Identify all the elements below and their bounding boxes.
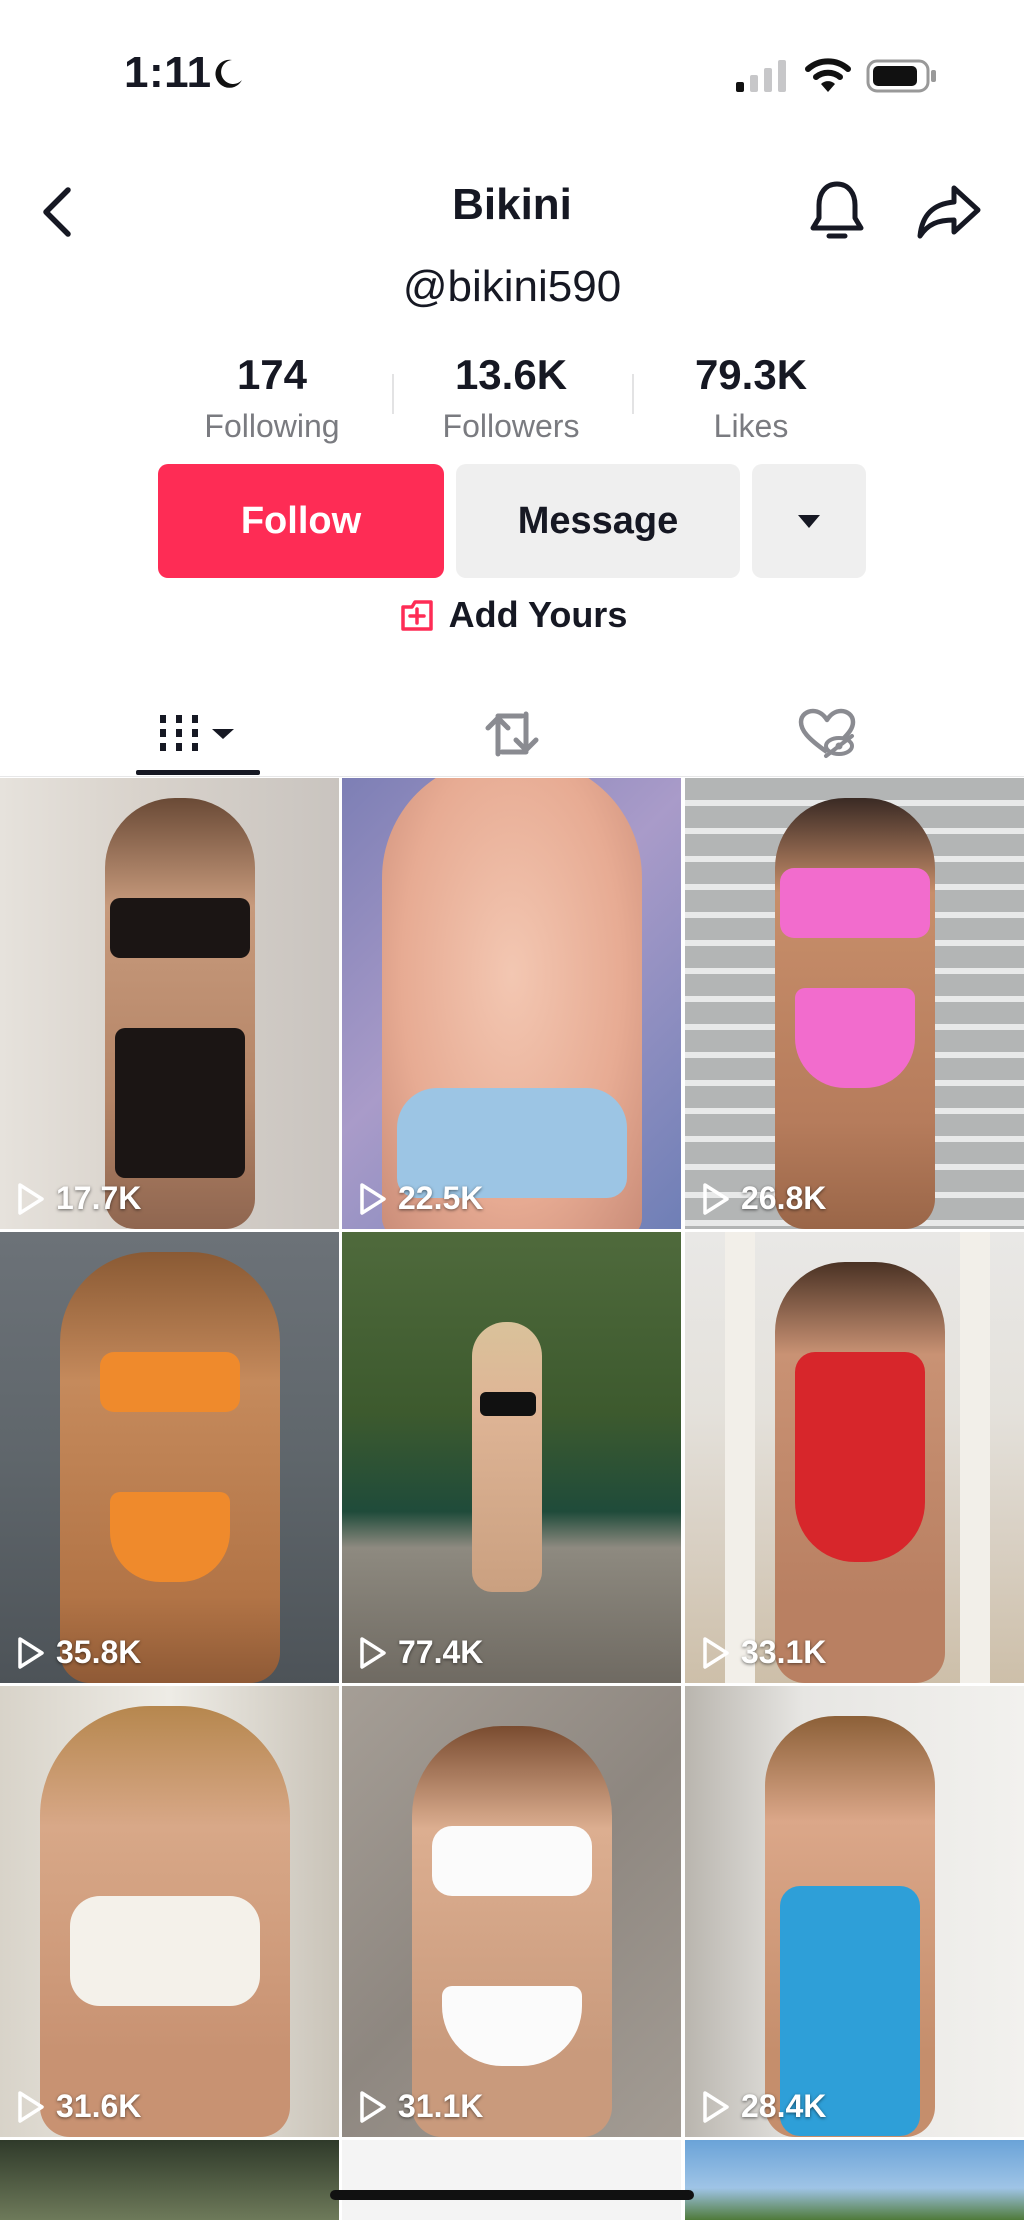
caret-down-icon <box>798 514 820 528</box>
stat-divider <box>392 374 394 414</box>
add-yours-icon <box>400 600 433 631</box>
bell-icon[interactable] <box>805 178 869 246</box>
add-yours-button[interactable]: Add Yours <box>0 594 1024 636</box>
stat-divider <box>632 374 634 414</box>
moon-icon <box>215 59 242 88</box>
tab-reposts[interactable] <box>470 690 554 778</box>
stat-label: Following <box>204 408 340 444</box>
stat-likes[interactable]: 79.3K Likes <box>641 346 861 448</box>
video-thumbnail[interactable] <box>342 2140 681 2220</box>
play-icon <box>360 1636 386 1669</box>
view-count: 35.8K <box>16 1634 141 1671</box>
profile-name: Bikini <box>452 180 572 229</box>
wifi-icon <box>805 58 851 92</box>
message-button[interactable]: Message <box>456 464 740 578</box>
video-thumbnail[interactable]: 17.7K <box>0 778 339 1229</box>
more-options-button[interactable] <box>752 464 866 578</box>
video-thumbnail[interactable] <box>0 2140 339 2220</box>
grid-columns-icon <box>160 715 234 751</box>
video-thumbnail[interactable]: 77.4K <box>342 1232 681 1683</box>
stat-value: 79.3K <box>694 351 808 398</box>
stat-following[interactable]: 174 Following <box>162 346 382 448</box>
play-icon <box>703 2090 729 2123</box>
play-icon <box>18 1182 44 1215</box>
tab-liked[interactable] <box>790 690 864 778</box>
video-thumbnail[interactable]: 26.8K <box>685 778 1024 1229</box>
home-indicator[interactable] <box>330 2190 694 2200</box>
video-thumbnail[interactable]: 33.1K <box>685 1232 1024 1683</box>
play-icon <box>18 1636 44 1669</box>
view-count: 28.4K <box>701 2088 826 2125</box>
video-thumbnail[interactable]: 35.8K <box>0 1232 339 1683</box>
stat-label: Likes <box>713 408 789 444</box>
video-thumbnail[interactable]: 22.5K <box>342 778 681 1229</box>
status-time: 1:11 <box>124 48 212 97</box>
tab-divider <box>0 776 1024 777</box>
view-count: 22.5K <box>358 1180 483 1217</box>
play-icon <box>18 2090 44 2123</box>
add-yours-label: Add Yours <box>448 594 628 635</box>
video-thumbnail[interactable] <box>685 2140 1024 2220</box>
play-icon <box>360 1182 386 1215</box>
view-count: 17.7K <box>16 1180 141 1217</box>
view-count: 33.1K <box>701 1634 826 1671</box>
stat-followers[interactable]: 13.6K Followers <box>401 346 621 448</box>
stat-value: 174 <box>236 351 308 398</box>
play-icon <box>360 2090 386 2123</box>
tab-videos[interactable] <box>136 690 260 778</box>
repost-icon <box>485 711 539 757</box>
video-grid: 17.7K 22.5K 26.8K 35.8K 77.4K 33.1K 31.6… <box>0 778 1024 2220</box>
stat-value: 13.6K <box>454 351 568 398</box>
profile-handle: @bikini590 <box>402 262 622 311</box>
play-icon <box>703 1182 729 1215</box>
cellular-signal-icon <box>736 60 786 92</box>
active-tab-indicator <box>136 770 260 775</box>
video-thumbnail[interactable]: 28.4K <box>685 1686 1024 2137</box>
battery-icon <box>866 59 936 93</box>
view-count: 26.8K <box>701 1180 826 1217</box>
stat-label: Followers <box>442 408 580 444</box>
hidden-heart-icon <box>798 708 856 758</box>
view-count: 31.6K <box>16 2088 141 2125</box>
view-count: 31.1K <box>358 2088 483 2125</box>
video-thumbnail[interactable]: 31.1K <box>342 1686 681 2137</box>
play-icon <box>703 1636 729 1669</box>
share-arrow-icon[interactable] <box>914 182 984 242</box>
view-count: 77.4K <box>358 1634 483 1671</box>
video-thumbnail[interactable]: 31.6K <box>0 1686 339 2137</box>
follow-button[interactable]: Follow <box>158 464 444 578</box>
